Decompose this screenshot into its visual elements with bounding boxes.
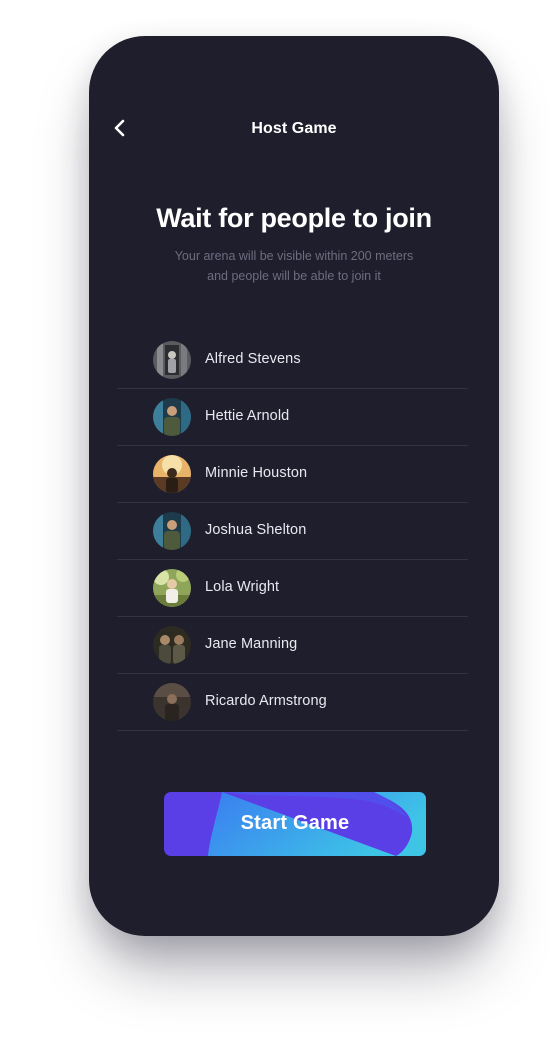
subtitle-line-2: and people will be able to join it xyxy=(207,269,381,283)
avatar xyxy=(153,569,191,607)
player-row[interactable]: Minnie Houston xyxy=(117,446,468,503)
wait-heading: Wait for people to join xyxy=(156,203,432,233)
avatar xyxy=(153,341,191,379)
stage: Host Game Wait for people to join Your a… xyxy=(0,0,550,1050)
phone-screen: Host Game Wait for people to join Your a… xyxy=(89,36,499,936)
player-row[interactable]: Joshua Shelton xyxy=(117,503,468,560)
player-row[interactable]: Lola Wright xyxy=(117,560,468,617)
player-name: Hettie Arnold xyxy=(205,408,290,424)
player-name: Ricardo Armstrong xyxy=(205,693,327,709)
avatar xyxy=(153,626,191,664)
subtitle-line-1: Your arena will be visible within 200 me… xyxy=(174,249,414,263)
avatar xyxy=(153,455,191,493)
avatar xyxy=(153,398,191,436)
player-name: Jane Manning xyxy=(205,636,298,652)
start-game-label: Start Game xyxy=(240,812,350,834)
player-row[interactable]: Ricardo Armstrong xyxy=(117,674,468,731)
avatar xyxy=(153,512,191,550)
player-name: Minnie Houston xyxy=(205,465,308,481)
player-row[interactable]: Jane Manning xyxy=(117,617,468,674)
player-name: Joshua Shelton xyxy=(205,522,307,538)
player-name: Lola Wright xyxy=(205,579,280,595)
player-list: Alfred Stevens Hettie Arnold Minnie Hous… xyxy=(117,332,468,731)
player-row[interactable]: Alfred Stevens xyxy=(117,332,468,389)
page-title: Host Game xyxy=(251,120,337,137)
wait-subtitle: Your arena will be visible within 200 me… xyxy=(149,246,439,286)
avatar xyxy=(153,683,191,721)
player-name: Alfred Stevens xyxy=(205,351,301,367)
start-game-button[interactable]: Start Game xyxy=(164,792,426,856)
player-row[interactable]: Hettie Arnold xyxy=(117,389,468,446)
